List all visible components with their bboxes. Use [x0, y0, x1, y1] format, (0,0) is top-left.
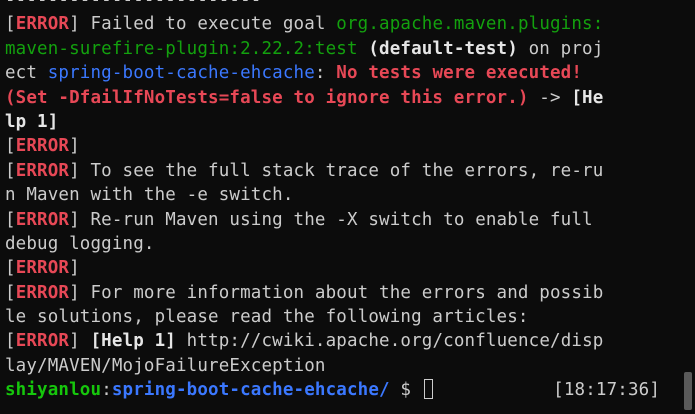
terminal-output: ------------------------ [ERROR] Failed … [5, 0, 681, 403]
prompt-separator: : [101, 380, 112, 401]
output-line-3: ect spring-boot-cache-ehcache: No tests … [5, 61, 681, 85]
output-line-14: [ERROR] [Help 1] http://cwiki.apache.org… [5, 331, 604, 352]
url-text: lay/MAVEN/MojoFailureException [5, 355, 326, 376]
output-line-12: [ERROR] For more information about the e… [5, 282, 604, 303]
output-line-6: [ERROR] [5, 136, 80, 157]
terminal-window[interactable]: ------------------------ [ERROR] Failed … [0, 0, 695, 414]
line-text: -> [528, 87, 572, 108]
help-ref: lp 1] [5, 111, 59, 132]
error-tag: ERROR [15, 331, 70, 352]
prompt-symbol: $ [389, 380, 422, 401]
line-text: : [314, 63, 337, 84]
line-text: For more information about the errors an… [79, 282, 604, 303]
help-ref: [He [571, 87, 604, 108]
output-line-1: [ERROR] Failed to execute goal org.apach… [5, 14, 604, 35]
output-line-7: [ERROR] To see the full stack trace of t… [5, 160, 604, 181]
line-text: ect [5, 63, 48, 84]
url-text: http://cwiki.apache.org/confluence/disp [176, 331, 604, 352]
error-tag: ERROR [15, 136, 70, 157]
output-line-10: debug logging. [5, 232, 681, 256]
scrollbar[interactable] [681, 0, 695, 414]
line-text: on proj [517, 38, 604, 59]
error-tag: ERROR [15, 14, 70, 35]
help-ref: [Help 1] [79, 331, 176, 352]
plugin-goal: maven-surefire-plugin:2.22.2:test [5, 38, 358, 59]
error-tag: ERROR [15, 209, 70, 230]
line-text: To see the full stack trace of the error… [79, 160, 604, 181]
line-text: Failed to execute goal [90, 14, 337, 35]
error-message: No tests were executed! [336, 63, 583, 84]
prompt-user: shiyanlou [5, 380, 102, 401]
output-line-9: [ERROR] Re-run Maven using the -X switch… [5, 209, 593, 230]
line-text: Re-run Maven using the -X switch to enab… [79, 209, 593, 230]
output-line-13: le solutions, please read the following … [5, 305, 681, 329]
cursor-icon[interactable] [423, 379, 433, 400]
scrollbar-thumb[interactable] [684, 372, 692, 410]
prompt-time: [18:17:36] [553, 380, 660, 401]
line-text: n Maven with the -e switch. [5, 185, 294, 206]
error-tag: ERROR [15, 160, 70, 181]
project-name: spring-boot-cache-ehcache [47, 63, 315, 84]
separator-line: ------------------------ [5, 0, 681, 12]
prompt-line[interactable]: shiyanlou:spring-boot-cache-ehcache/ $ [… [5, 378, 681, 402]
output-line-4: (Set -DfailIfNoTests=false to ignore thi… [5, 86, 681, 110]
output-line-15: lay/MAVEN/MojoFailureException [5, 354, 681, 378]
plugin-group: org.apache.maven.plugins: [336, 14, 604, 35]
line-text: le solutions, please read the following … [5, 307, 529, 328]
error-hint: (Set -DfailIfNoTests=false to ignore thi… [5, 87, 529, 108]
output-line-5: lp 1] [5, 110, 681, 134]
error-tag: ERROR [15, 282, 70, 303]
output-line-11: [ERROR] [5, 258, 80, 279]
separator-text: ------------------------ [5, 0, 262, 10]
output-line-8: n Maven with the -e switch. [5, 183, 681, 207]
output-line-2: maven-surefire-plugin:2.22.2:test (defau… [5, 37, 681, 61]
execution-id: (default-test) [357, 38, 518, 59]
error-tag: ERROR [15, 258, 70, 279]
line-text: debug logging. [5, 233, 155, 254]
prompt-path: spring-boot-cache-ehcache/ [111, 380, 390, 401]
